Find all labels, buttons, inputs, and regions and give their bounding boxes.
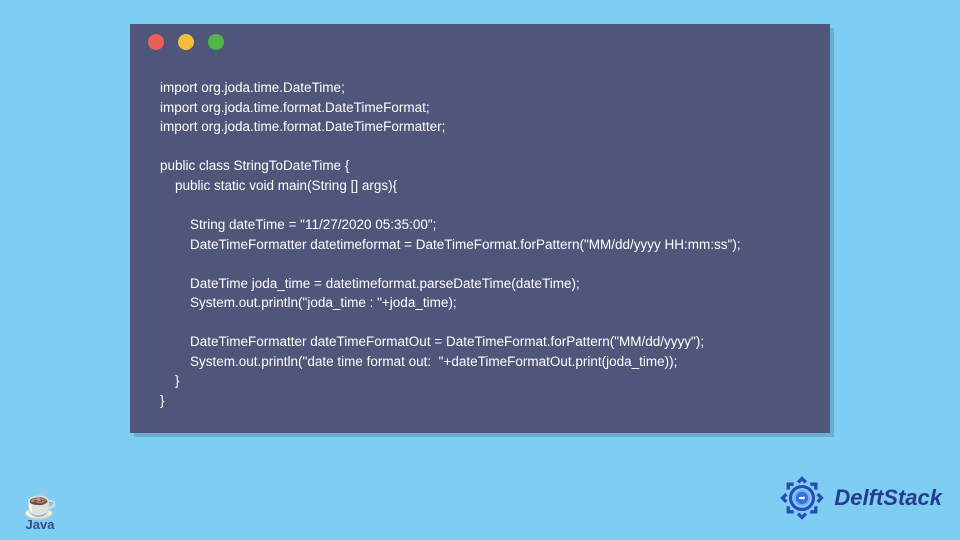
java-cup-icon: ☕ — [16, 491, 64, 519]
maximize-icon[interactable] — [208, 34, 224, 50]
delftstack-icon — [776, 472, 828, 524]
minimize-icon[interactable] — [178, 34, 194, 50]
code-window: import org.joda.time.DateTime; import or… — [130, 24, 830, 433]
java-logo: ☕ Java — [16, 491, 64, 532]
delftstack-logo: DelftStack — [776, 472, 942, 524]
code-content: import org.joda.time.DateTime; import or… — [130, 60, 830, 433]
delftstack-text: DelftStack — [834, 485, 942, 511]
window-titlebar — [130, 24, 830, 60]
close-icon[interactable] — [148, 34, 164, 50]
